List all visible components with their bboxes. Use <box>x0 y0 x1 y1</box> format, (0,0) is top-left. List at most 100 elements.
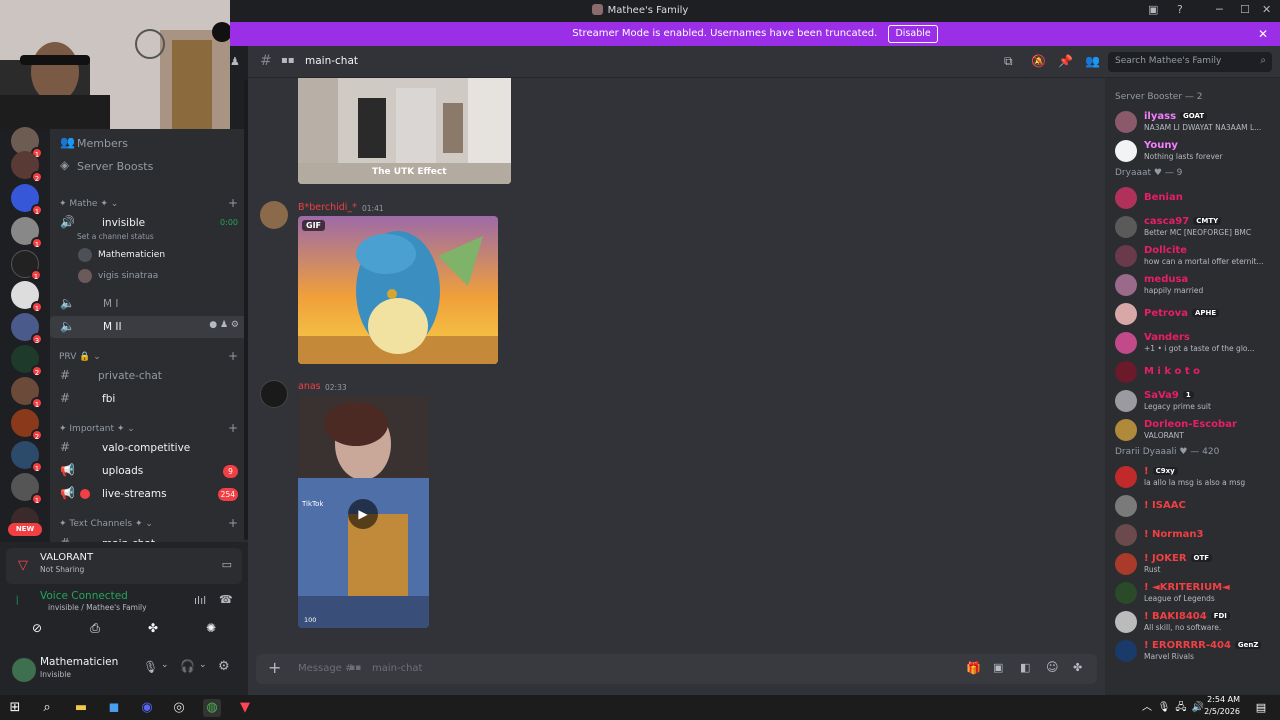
maximize-icon[interactable]: ☐ <box>1240 3 1250 16</box>
member-row[interactable]: ! JOKER OTF Rust <box>1105 550 1280 578</box>
headphones-icon[interactable]: 🎧 <box>180 659 195 673</box>
channel-fbi[interactable]: # fbi <box>50 388 248 410</box>
category-mathe[interactable]: ✦ Mathe ✦ ⌄ <box>59 199 118 209</box>
inbox-icon[interactable]: ▣ <box>1148 3 1158 16</box>
disconnect-icon[interactable]: ☎ <box>219 593 233 606</box>
settings-gear-icon[interactable]: ⚙ <box>218 659 230 674</box>
add-channel-icon[interactable]: + <box>228 196 238 210</box>
member-row[interactable]: ! BAKI8404 FDI All skill, no software. <box>1105 608 1280 636</box>
server-boosts-link[interactable]: ◈ Server Boosts <box>50 155 248 177</box>
mic-tray-icon[interactable]: 🎙 <box>1155 699 1173 717</box>
member-row[interactable]: Petrova APHE <box>1105 300 1280 328</box>
voice-channel-mi[interactable]: 🔈 M I <box>50 293 248 315</box>
member-row[interactable]: M i k o t o <box>1105 358 1280 386</box>
server-icon-11[interactable]: 1 <box>11 441 43 473</box>
search-input[interactable]: Search Mathee's Family ⌕ <box>1108 52 1272 72</box>
gif-picker-icon[interactable]: ▣ <box>993 661 1003 674</box>
activity-card[interactable]: ▽ VALORANT Not Sharing ▭ <box>6 548 242 584</box>
valorant-taskbar-icon[interactable]: ▼ <box>236 699 254 717</box>
play-icon[interactable]: ▶ <box>348 499 378 529</box>
member-row[interactable]: Youny Nothing lasts forever <box>1105 137 1280 165</box>
channel-valo-competitive[interactable]: # valo-competitive <box>50 437 248 459</box>
server-icon-12[interactable]: 1 <box>11 473 43 505</box>
notifications-icon[interactable]: 🔕 <box>1031 54 1046 68</box>
server-icon-10[interactable]: 2 <box>11 409 43 441</box>
clock-date[interactable]: 2/5/2026 <box>1202 707 1240 716</box>
category-prv[interactable]: PRV 🔒 ⌄ <box>59 352 101 362</box>
member-row[interactable]: Vanders +1 • i got a taste of the glo... <box>1105 329 1280 357</box>
members-link[interactable]: 👥 Members <box>50 132 248 154</box>
server-icon-4[interactable]: 1 <box>11 217 43 249</box>
category-text-channels[interactable]: ✦ Text Channels ✦ ⌄ <box>59 519 153 529</box>
search-icon[interactable]: ⌕ <box>38 699 56 717</box>
screen-share-icon[interactable]: ▭ <box>222 558 232 571</box>
member-row[interactable]: ! ISAAC <box>1105 492 1280 520</box>
file-explorer-icon[interactable]: ▬ <box>72 699 90 717</box>
user-avatar[interactable] <box>12 658 36 682</box>
author-avatar[interactable] <box>260 201 288 229</box>
channel-status-prompt[interactable]: Set a channel status <box>77 232 154 241</box>
obs-icon[interactable]: ◎ <box>170 699 188 717</box>
add-friend-icon[interactable]: ♟ <box>230 55 240 68</box>
server-icon-7[interactable]: 3 <box>11 313 43 345</box>
share-screen-icon[interactable]: ⎙ <box>72 621 118 641</box>
member-row[interactable]: Dollcite how can a mortal offer eternit..… <box>1105 242 1280 270</box>
apps-icon[interactable]: ✤ <box>1073 661 1082 674</box>
close-window-icon[interactable]: ✕ <box>1262 3 1271 16</box>
voice-user-1[interactable]: Mathematicien <box>50 245 248 267</box>
banner-close-icon[interactable]: ✕ <box>1258 22 1268 46</box>
threads-icon[interactable]: ⧉ <box>1004 54 1013 69</box>
member-row[interactable]: casca97 CMTY Better MC [NEOFORGE] BMC <box>1105 213 1280 241</box>
member-row[interactable]: ! ERORRRR-404 GenZ Marvel Rivals <box>1105 637 1280 665</box>
image-attachment[interactable]: The UTK Effect <box>298 78 511 184</box>
network-icon[interactable]: 🖧 <box>1172 699 1190 717</box>
help-icon[interactable]: ? <box>1177 3 1183 16</box>
member-row[interactable]: ! Norman3 <box>1105 521 1280 549</box>
message-input[interactable]: + Message # ▪▪ main-chat 🎁 ▣ ◧ ☺ ✤ <box>256 654 1097 684</box>
add-channel-icon[interactable]: + <box>228 349 238 363</box>
member-list-icon[interactable]: 👥 <box>1085 54 1100 68</box>
voice-connected-label[interactable]: Voice Connected <box>40 590 128 602</box>
chrome-icon[interactable]: ◍ <box>203 699 221 717</box>
member-row[interactable]: ! C9xy la allo la msg is also a msg <box>1105 463 1280 491</box>
server-icon-2[interactable]: 2 <box>11 151 43 183</box>
activities-icon[interactable]: ✤ <box>130 621 176 641</box>
noise-suppression-icon[interactable]: ılıl <box>194 594 206 607</box>
tray-chevron-icon[interactable]: ︿ <box>1138 699 1156 717</box>
server-icon-9[interactable]: 1 <box>11 377 43 409</box>
pinned-icon[interactable]: 📌 <box>1058 54 1073 68</box>
channel-settings-icon[interactable]: ● ♟ ⚙ <box>209 320 239 330</box>
store-icon[interactable]: ◼ <box>105 699 123 717</box>
chevron-down-icon[interactable]: ⌄ <box>161 660 169 670</box>
voice-channel-invisible[interactable]: 🔊 invisible 0:00 <box>50 212 248 234</box>
channel-private-chat[interactable]: # private-chat <box>50 365 248 387</box>
member-row[interactable]: medusa happily married <box>1105 271 1280 299</box>
channel-live-streams[interactable]: 📢 live-streams 254 <box>50 483 248 505</box>
member-row[interactable]: SaVa9 1 Legacy prime suit <box>1105 387 1280 415</box>
sticker-icon[interactable]: ◧ <box>1020 661 1030 674</box>
channel-uploads[interactable]: 📢 uploads 9 <box>50 460 248 482</box>
disable-button[interactable]: Disable <box>888 25 938 43</box>
member-row[interactable]: ilyass GOAT NA3AM LI DWAYAT NA3AAM L... <box>1105 108 1280 136</box>
gift-icon[interactable]: 🎁 <box>966 661 981 675</box>
chevron-down-icon[interactable]: ⌄ <box>199 660 207 670</box>
clock-time[interactable]: 2:54 AM <box>1202 695 1240 704</box>
voice-channel-mii[interactable]: 🔈 M II ● ♟ ⚙ <box>50 316 248 338</box>
add-attachment-icon[interactable]: + <box>268 658 281 677</box>
channel-main-chat[interactable]: #main-chat <box>50 533 248 542</box>
server-icon-8[interactable]: 2 <box>11 345 43 377</box>
discord-taskbar-icon[interactable]: ◉ <box>138 699 156 717</box>
member-row[interactable]: Benian <box>1105 184 1280 212</box>
notification-center-icon[interactable]: ▤ <box>1252 699 1270 717</box>
author-avatar[interactable] <box>260 380 288 408</box>
add-channel-icon[interactable]: + <box>228 421 238 435</box>
member-row[interactable]: ! ◄KRITERIUM◄ League of Legends <box>1105 579 1280 607</box>
microphone-icon[interactable]: 🎙 <box>143 660 158 674</box>
author-name[interactable]: anas <box>298 381 321 392</box>
camera-off-icon[interactable]: ⊘ <box>14 621 60 641</box>
start-icon[interactable]: ⊞ <box>6 699 24 717</box>
server-icon-6[interactable]: 1 <box>11 281 43 313</box>
category-important[interactable]: ✦ Important ✦ ⌄ <box>59 424 135 434</box>
minimize-icon[interactable]: ─ <box>1216 3 1223 16</box>
emoji-icon[interactable]: ☺ <box>1046 660 1059 674</box>
